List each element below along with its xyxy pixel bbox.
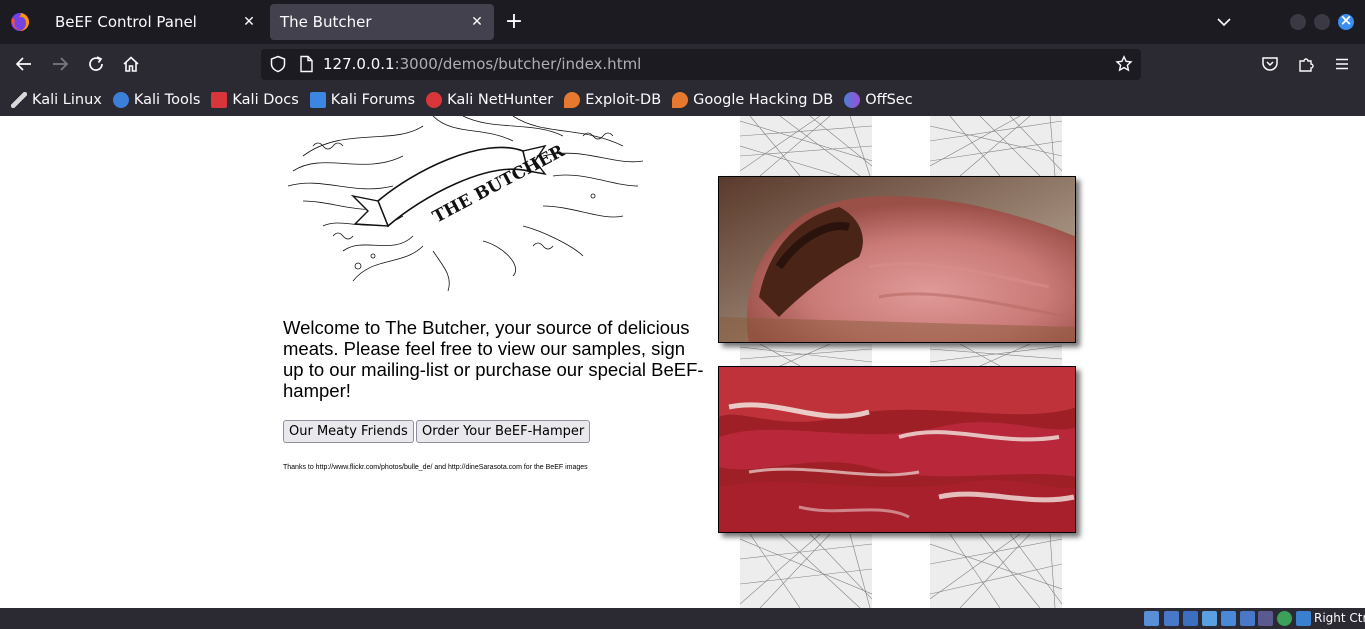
extensions-puzzle-icon[interactable] xyxy=(1294,52,1318,76)
forward-arrow-icon[interactable] xyxy=(48,52,72,76)
tab-beef-control-panel[interactable]: BeEF Control Panel ✕ xyxy=(42,4,266,40)
order-beef-hamper-button[interactable]: Order Your BeEF-Hamper xyxy=(416,420,591,443)
page-content: THE BUTCHER Welcome to The Butcher, your… xyxy=(0,116,1365,608)
network-icon[interactable] xyxy=(1202,611,1217,626)
welcome-text: Welcome to The Butcher, your source of d… xyxy=(283,317,704,401)
bookmark-kali-tools[interactable]: Kali Tools xyxy=(112,88,200,112)
ghdb-icon xyxy=(672,92,689,108)
host-key-label: Right Ctrl xyxy=(1314,611,1365,625)
navigation-toolbar: 127.0.0.1:3000/demos/butcher/index.html xyxy=(0,44,1365,84)
our-meaty-friends-button[interactable]: Our Meaty Friends xyxy=(283,420,414,443)
tab-title: BeEF Control Panel xyxy=(55,13,197,31)
image-credits-text: Thanks to http://www.flickr.com/photos/b… xyxy=(283,464,588,471)
url-host: 127.0.0.1 xyxy=(323,55,395,73)
optical-drive-icon[interactable] xyxy=(1164,611,1179,626)
exploit-db-icon xyxy=(564,92,581,108)
hard-disk-icon[interactable] xyxy=(1144,611,1159,626)
texture-column-bottom-left xyxy=(740,534,872,608)
close-tab-icon[interactable]: ✕ xyxy=(468,13,486,31)
bookmarks-toolbar: Kali Linux Kali Tools Kali Docs Kali For… xyxy=(0,84,1365,116)
vm-status-bar: Right Ctrl xyxy=(0,608,1365,629)
url-text[interactable]: 127.0.0.1:3000/demos/butcher/index.html xyxy=(323,55,641,73)
tab-the-butcher[interactable]: The Butcher ✕ xyxy=(270,4,494,40)
texture-column-mid-right xyxy=(930,344,1062,366)
usb-icon[interactable] xyxy=(1221,611,1236,626)
bookmark-kali-forums[interactable]: Kali Forums xyxy=(309,88,415,112)
the-butcher-logo: THE BUTCHER xyxy=(287,116,644,292)
kali-forums-icon xyxy=(309,92,326,108)
kali-tools-icon xyxy=(112,92,129,108)
bookmark-offsec[interactable]: OffSec xyxy=(844,88,913,112)
recording-icon[interactable] xyxy=(1277,611,1292,626)
firefox-icon[interactable] xyxy=(10,12,30,32)
texture-column-top-left xyxy=(740,116,872,176)
close-window-button[interactable] xyxy=(1338,11,1354,30)
texture-column-bottom-right xyxy=(930,534,1062,608)
reload-icon[interactable] xyxy=(84,52,108,76)
bookmark-star-icon[interactable] xyxy=(1115,55,1133,73)
url-path: :3000/demos/butcher/index.html xyxy=(394,55,642,73)
page-info-icon[interactable] xyxy=(297,55,315,73)
tab-strip: BeEF Control Panel ✕ The Butcher ✕ + xyxy=(0,0,1365,44)
bookmark-exploit-db[interactable]: Exploit-DB xyxy=(564,88,661,112)
bookmark-kali-linux[interactable]: Kali Linux xyxy=(11,88,102,112)
roast-beef-image xyxy=(718,176,1076,343)
display-icon[interactable] xyxy=(1258,611,1273,626)
bookmark-google-hacking-db[interactable]: Google Hacking DB xyxy=(672,88,833,112)
tab-title: The Butcher xyxy=(280,13,372,31)
bookmark-kali-docs[interactable]: Kali Docs xyxy=(211,88,299,112)
bookmark-kali-nethunter[interactable]: Kali NetHunter xyxy=(426,88,553,112)
maximize-window-button[interactable] xyxy=(1314,14,1330,30)
shared-folders-icon[interactable] xyxy=(1240,611,1255,626)
mouse-integration-icon[interactable] xyxy=(1296,611,1311,626)
kali-docs-icon xyxy=(211,92,228,108)
texture-column-mid-left xyxy=(740,344,872,366)
nethunter-icon xyxy=(426,92,443,108)
minimize-window-button[interactable] xyxy=(1290,14,1306,30)
pocket-icon[interactable] xyxy=(1258,52,1282,76)
offsec-icon xyxy=(844,92,861,108)
list-all-tabs-chevron-icon[interactable] xyxy=(1214,12,1234,32)
home-icon[interactable] xyxy=(119,52,143,76)
hamburger-menu-icon[interactable] xyxy=(1330,52,1354,76)
raw-beef-image xyxy=(718,366,1076,533)
audio-icon[interactable] xyxy=(1183,611,1198,626)
texture-column-top-right xyxy=(930,116,1062,176)
back-arrow-icon[interactable] xyxy=(12,52,36,76)
kali-dragon-icon xyxy=(11,92,27,108)
close-tab-icon[interactable]: ✕ xyxy=(240,13,258,31)
tracking-protection-shield-icon[interactable] xyxy=(269,55,287,73)
url-bar[interactable]: 127.0.0.1:3000/demos/butcher/index.html xyxy=(261,49,1141,80)
new-tab-plus-icon[interactable]: + xyxy=(503,11,525,34)
